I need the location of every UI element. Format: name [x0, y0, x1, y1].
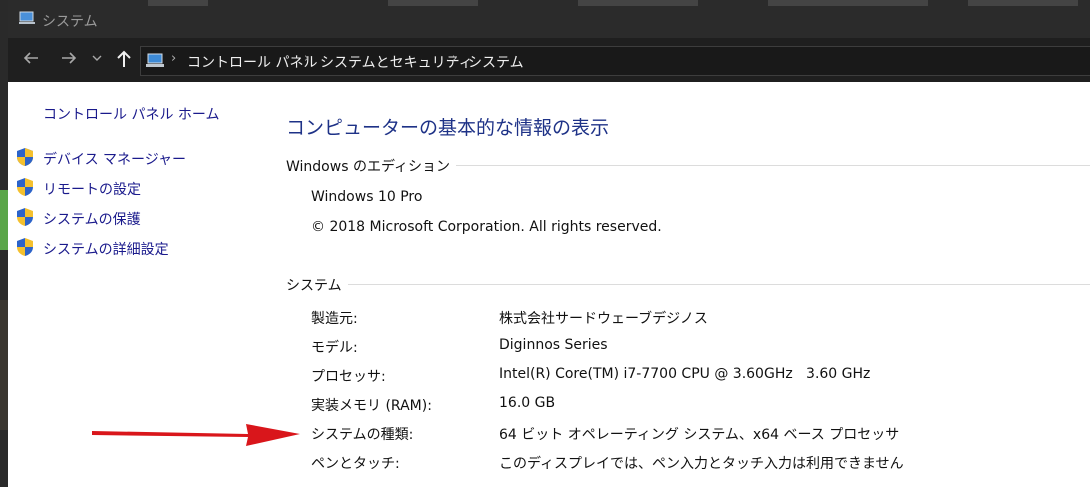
model-label: モデル:: [311, 340, 358, 356]
uac-shield-icon: [17, 148, 33, 166]
page-title: コンピューターの基本的な情報の表示: [286, 117, 610, 139]
sidebar-link-advanced-settings[interactable]: システムの詳細設定: [43, 239, 169, 259]
system-type-label: システムの種類:: [311, 427, 414, 443]
system-type-value: 64 ビット オペレーティング システム、x64 ベース プロセッサ: [499, 427, 900, 443]
computer-icon: [19, 11, 35, 24]
system-section-label: システム: [286, 275, 348, 295]
background-tabs: [128, 0, 1090, 6]
title-bar[interactable]: システム: [8, 0, 1090, 38]
ram-label: 実装メモリ (RAM):: [311, 398, 432, 414]
manufacturer-label: 製造元:: [311, 311, 358, 327]
desktop-background-dark: [0, 300, 8, 430]
control-panel-home-link[interactable]: コントロール パネル ホーム: [43, 104, 219, 124]
uac-shield-icon: [17, 238, 33, 256]
edition-section-label: Windows のエディション: [286, 156, 456, 176]
copyright-text: © 2018 Microsoft Corporation. All rights…: [311, 219, 662, 235]
sidebar-link-device-manager[interactable]: デバイス マネージャー: [43, 149, 186, 169]
computer-icon: [146, 53, 164, 67]
window-title: システム: [42, 14, 98, 30]
sidebar-link-remote-settings[interactable]: リモートの設定: [43, 179, 141, 199]
model-value: Diginnos Series: [499, 337, 608, 353]
processor-value: Intel(R) Core(TM) i7-7700 CPU @ 3.60GHz …: [499, 366, 871, 382]
section-divider: [286, 284, 1090, 285]
processor-label: プロセッサ:: [311, 369, 386, 385]
navigation-bar: › コントロール パネル › システムとセキュリティ › システム: [8, 38, 1090, 82]
uac-shield-icon: [17, 178, 33, 196]
breadcrumb-system[interactable]: システム: [468, 52, 524, 72]
breadcrumb-separator-icon: ›: [452, 51, 458, 66]
breadcrumb-separator-icon: ›: [304, 51, 310, 66]
desktop-background-green: [0, 190, 8, 250]
uac-shield-icon: [17, 208, 33, 226]
breadcrumb-separator-icon: ›: [171, 51, 177, 66]
forward-arrow-icon[interactable]: [58, 49, 80, 71]
up-arrow-icon[interactable]: [113, 49, 135, 71]
windows-edition: Windows 10 Pro: [311, 189, 423, 205]
ram-value: 16.0 GB: [499, 395, 556, 411]
manufacturer-value: 株式会社サードウェーブデジノス: [499, 311, 708, 327]
sidebar-link-system-protection[interactable]: システムの保護: [43, 209, 141, 229]
back-arrow-icon[interactable]: [20, 49, 42, 71]
pen-touch-value: このディスプレイでは、ペン入力とタッチ入力は利用できません: [499, 456, 904, 472]
chevron-down-icon[interactable]: [90, 49, 104, 71]
system-window: システム › コントロール パネル › システムとセキュリティ › システム コ…: [8, 0, 1090, 487]
breadcrumb-system-security[interactable]: システムとセキュリティ: [320, 52, 473, 72]
breadcrumb-control-panel[interactable]: コントロール パネル: [187, 52, 317, 72]
address-bar[interactable]: › コントロール パネル › システムとセキュリティ › システム: [140, 46, 1090, 76]
pen-touch-label: ペンとタッチ:: [311, 456, 400, 472]
desktop-background: [0, 0, 8, 487]
